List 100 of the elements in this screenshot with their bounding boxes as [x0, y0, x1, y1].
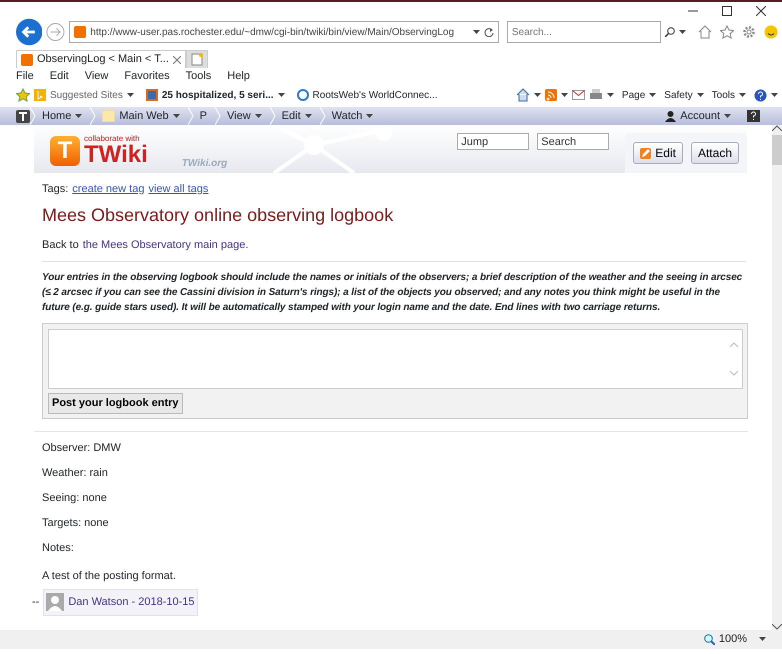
favorite-link[interactable]: Suggested Sites	[34, 88, 134, 102]
command-menu[interactable]: Page	[622, 88, 656, 102]
new-tab-button[interactable]	[186, 50, 208, 68]
scrollbar-thumb[interactable]	[772, 135, 782, 165]
entry-line: Weather: rain	[42, 466, 109, 480]
toolbar-button[interactable]: Attach	[690, 142, 739, 164]
caret-icon[interactable]	[739, 93, 746, 97]
tag-link[interactable]: view all tags	[148, 181, 208, 198]
help-icon[interactable]	[747, 110, 760, 122]
mail-icon[interactable]	[572, 90, 585, 100]
main-page-link[interactable]: the Mees Observatory main page.	[82, 236, 248, 253]
home-icon[interactable]	[698, 25, 712, 39]
menu-item[interactable]: File	[16, 68, 34, 85]
menu-item[interactable]: Help	[227, 68, 250, 85]
smiley-icon[interactable]	[764, 25, 778, 39]
favorites-star-icon[interactable]	[16, 88, 30, 102]
entry-line: Observer: DMW	[42, 440, 122, 456]
favorite-link[interactable]: RootsWeb's WorldConnec...	[296, 88, 438, 102]
page-title: Mees Observatory online observing logbook	[42, 204, 394, 227]
signature-link[interactable]: Dan Watson - 2018-10-15	[43, 588, 198, 616]
caret-icon[interactable]	[534, 93, 541, 97]
news-thumbnail-icon	[146, 89, 158, 101]
folder-icon	[102, 110, 116, 122]
twiki-menu[interactable]: Home	[36, 108, 90, 124]
twiki-menu[interactable]: Watch	[326, 108, 382, 124]
gear-icon[interactable]	[742, 25, 756, 39]
caret-icon[interactable]	[606, 93, 614, 97]
breadcrumb-divider-icon	[270, 107, 276, 125]
twiki-menu[interactable]: Main Web	[96, 108, 188, 124]
entry-line: Seeing: none	[42, 490, 108, 506]
site-favicon-icon	[21, 54, 33, 66]
instructions-text: Your entries in the observing logbook should include the names or initials of the observers; a brief description of the weather and the seeing in arcsec (≤ 2 arcsec if you can see the Cassini division in Saturn's rings); a list of the objects you observed; and any notes you think might be useful in the future (e.g. guide stars used). It will be automatically stamped with your login name and the date. End lines with two carriage returns.	[42, 271, 744, 315]
home-icon[interactable]	[516, 88, 530, 102]
b-logo-icon	[34, 89, 46, 101]
site-name: TWiki.org	[182, 157, 228, 171]
toolbar-button[interactable]: Edit	[633, 142, 683, 164]
refresh-icon[interactable]	[484, 27, 494, 37]
jump-field[interactable]: Jump	[457, 133, 530, 150]
zoom-level[interactable]: 100%	[718, 631, 747, 648]
caret-icon[interactable]	[696, 93, 704, 97]
address-field[interactable]: http://www-user.pas.rochester.edu/~dmw/cgi-bin/twiki/bin/view/Main/ObservingLog	[69, 21, 499, 43]
search-icon[interactable]	[665, 27, 676, 37]
new-tab-icon	[190, 53, 203, 66]
signature-dash: --	[32, 594, 40, 610]
breadcrumb-divider-icon	[30, 107, 36, 125]
favorite-link[interactable]: 25 hospitalized, 5 seri...	[146, 88, 285, 102]
caret-icon[interactable]	[472, 30, 480, 34]
star-icon[interactable]	[720, 25, 734, 39]
logo-text: TWiki	[84, 143, 148, 167]
caret-icon[interactable]	[759, 637, 766, 642]
maximize-icon[interactable]	[722, 6, 732, 16]
post-button[interactable]: Post your logbook entry	[48, 393, 183, 414]
entry-line: Targets: none	[42, 516, 110, 530]
twiki-menu[interactable]: P	[194, 108, 216, 124]
browser-tab[interactable]: ObservingLog < Main < T...	[16, 50, 186, 68]
command-menu[interactable]: Tools	[712, 88, 746, 102]
caret-icon[interactable]	[560, 93, 568, 97]
caret-icon[interactable]	[172, 114, 180, 118]
command-menu[interactable]: Safety	[664, 88, 704, 102]
tags-label: Tags:	[42, 182, 68, 197]
pencil-icon	[640, 148, 652, 158]
person-icon	[665, 110, 676, 122]
entry-line: A test of the posting format.	[42, 568, 177, 584]
caret-icon[interactable]	[771, 93, 778, 97]
scroll-down-icon[interactable]	[772, 624, 782, 630]
close-icon[interactable]	[756, 6, 766, 16]
site-favicon-icon	[74, 26, 86, 38]
menu-item[interactable]: Tools	[186, 68, 212, 85]
caret-icon[interactable]	[304, 114, 312, 118]
scrollbar[interactable]	[772, 125, 782, 630]
twiki-menu[interactable]: Edit	[276, 108, 320, 124]
menu-item[interactable]: View	[84, 68, 108, 85]
tag-link[interactable]: create new tag	[72, 181, 144, 198]
logo-icon: T	[50, 136, 80, 166]
avatar-icon	[46, 593, 64, 611]
twiki-menu[interactable]: View	[221, 108, 270, 124]
caret-icon[interactable]	[366, 114, 374, 118]
menu-item[interactable]: Edit	[50, 68, 69, 85]
menu-item[interactable]: Favorites	[124, 68, 170, 85]
search-field[interactable]: Search	[537, 133, 610, 150]
caret-icon[interactable]	[278, 93, 285, 97]
search-field[interactable]: Search...	[506, 21, 662, 43]
caret-icon[interactable]	[679, 30, 686, 34]
account-menu[interactable]: Account	[665, 108, 731, 124]
breadcrumb-divider-icon	[90, 107, 96, 125]
twiki-menu-icon[interactable]	[16, 110, 30, 122]
caret-icon[interactable]	[724, 114, 731, 118]
caret-icon[interactable]	[649, 93, 656, 97]
scroll-up-icon[interactable]	[772, 125, 782, 131]
breadcrumb-divider-icon	[215, 107, 222, 125]
breadcrumb-divider-icon	[188, 107, 194, 125]
help-icon[interactable]	[754, 88, 767, 102]
breadcrumb-divider-icon	[320, 107, 326, 125]
globe-page-icon	[296, 89, 309, 101]
caret-icon[interactable]	[254, 114, 262, 118]
back-icon[interactable]	[16, 18, 42, 46]
caret-icon[interactable]	[126, 93, 134, 97]
caret-icon[interactable]	[75, 114, 82, 118]
zoom-icon	[704, 634, 715, 645]
entry-line: Notes:	[42, 540, 75, 556]
